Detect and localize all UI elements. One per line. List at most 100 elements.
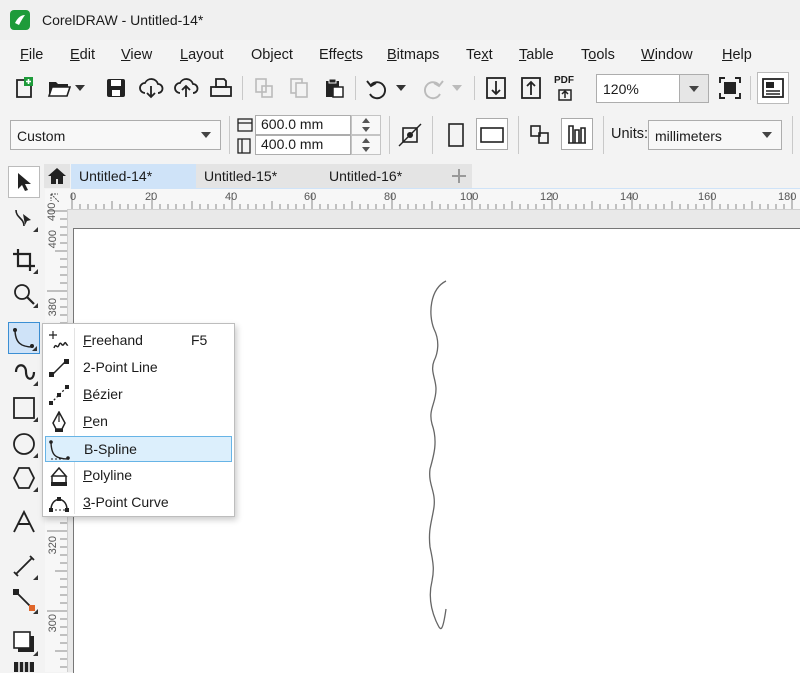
curve-tool[interactable] xyxy=(8,322,40,354)
bezier-label-rest: ézier xyxy=(92,386,123,402)
paste-icon[interactable] xyxy=(320,74,348,102)
spin-up-icon[interactable] xyxy=(362,138,370,143)
export-icon[interactable] xyxy=(517,74,545,102)
ruler-label: 180 xyxy=(778,191,797,203)
menu-edit[interactable]: Edit xyxy=(70,47,95,63)
ruler-label: 300 xyxy=(47,614,59,633)
page-height-icon xyxy=(237,138,251,154)
menu-bitmaps[interactable]: Bitmaps xyxy=(387,47,439,63)
polyline-tool-item[interactable]: Polyline xyxy=(45,463,232,489)
chevron-down-icon[interactable] xyxy=(192,121,220,149)
rectangle-tool[interactable] xyxy=(8,392,40,424)
curve-tools-flyout: Freehand F5 2-Point Line Bézier Pen B-Sp… xyxy=(42,323,235,517)
toolbar-separator xyxy=(750,76,751,100)
home-tab[interactable] xyxy=(44,164,70,188)
print-button[interactable] xyxy=(207,74,235,102)
dimension-tool[interactable] xyxy=(8,550,40,582)
tab-untitled-15[interactable]: Untitled-15* xyxy=(196,164,321,188)
open-button[interactable] xyxy=(45,74,73,102)
zoom-level-dropdown[interactable]: 120% xyxy=(596,74,709,103)
undo-icon[interactable] xyxy=(363,74,391,102)
freehand-tool-item[interactable]: Freehand F5 xyxy=(45,328,232,354)
ruler-label: 100 xyxy=(460,191,479,203)
standard-toolbar: PDF 120% xyxy=(0,70,800,106)
freehand-shortcut: F5 xyxy=(191,332,208,348)
vruler-label-380: 380 xyxy=(47,298,61,318)
transparency-tool[interactable] xyxy=(8,660,40,672)
shape-tool[interactable] xyxy=(8,202,40,234)
menu-layout[interactable]: Layout xyxy=(180,47,224,63)
portrait-icon[interactable] xyxy=(442,121,470,149)
page-width-field[interactable]: 600.0 mm xyxy=(255,115,351,135)
polygon-tool[interactable] xyxy=(8,462,40,494)
menu-tools[interactable]: Tools xyxy=(581,47,615,63)
spin-down-icon[interactable] xyxy=(362,127,370,132)
toolbar-separator xyxy=(474,76,475,100)
b-spline-tool-item[interactable]: B-Spline xyxy=(45,436,232,462)
menu-text[interactable]: Text xyxy=(466,47,493,63)
cut-icon xyxy=(250,74,278,102)
menu-table[interactable]: Table xyxy=(519,47,554,63)
two-point-line-tool-item[interactable]: 2-Point Line xyxy=(45,355,232,381)
artistic-media-tool[interactable] xyxy=(8,356,40,388)
redo-icon xyxy=(419,74,447,102)
page-width-spinner[interactable] xyxy=(351,115,381,135)
three-point-curve-tool-item[interactable]: 3-Point Curve xyxy=(45,490,232,516)
cloud-upload-icon[interactable] xyxy=(172,74,200,102)
polyline-label-rest: olyline xyxy=(92,467,133,483)
horizontal-ruler[interactable]: 0 20 40 60 80 100 120 140 160 180 xyxy=(68,189,800,210)
page-size-preset-dropdown[interactable]: Custom xyxy=(10,120,221,150)
menu-help[interactable]: Help xyxy=(722,47,752,63)
publish-pdf-button[interactable]: PDF xyxy=(553,74,581,102)
ruler-label: 160 xyxy=(698,191,717,203)
page-orientation-lock-icon[interactable] xyxy=(396,121,424,149)
new-tab-button[interactable] xyxy=(446,164,472,188)
import-icon[interactable] xyxy=(482,74,510,102)
pen-tool-item[interactable]: Pen xyxy=(45,409,232,435)
chevron-down-icon[interactable] xyxy=(679,75,708,102)
ruler-label: 120 xyxy=(540,191,559,203)
drop-shadow-tool[interactable] xyxy=(8,626,40,658)
text-icon xyxy=(13,510,35,533)
zoom-tool[interactable] xyxy=(8,278,40,310)
three-point-curve-label: 3-Point Curve xyxy=(83,494,169,510)
show-rulers-icon[interactable] xyxy=(757,72,789,104)
units-dropdown[interactable]: millimeters xyxy=(648,120,782,150)
tab-untitled-14[interactable]: Untitled-14* xyxy=(71,164,196,188)
two-point-line-icon xyxy=(47,356,71,380)
toolbar-separator xyxy=(792,116,793,154)
open-recent-dropdown-icon[interactable] xyxy=(72,74,88,102)
tab-untitled-16[interactable]: Untitled-16* xyxy=(321,164,446,188)
menu-file[interactable]: File xyxy=(20,47,43,63)
ellipse-tool[interactable] xyxy=(8,428,40,460)
coreldraw-logo-icon xyxy=(10,10,30,30)
chevron-down-icon[interactable] xyxy=(753,121,781,149)
menu-effects[interactable]: Effects xyxy=(319,47,363,63)
text-tool[interactable] xyxy=(8,506,40,538)
menu-window[interactable]: Window xyxy=(641,47,693,63)
all-pages-icon[interactable] xyxy=(526,121,554,149)
crop-tool[interactable] xyxy=(8,244,40,276)
current-page-icon[interactable] xyxy=(561,118,593,150)
pen-icon xyxy=(47,410,71,434)
toolbar-separator xyxy=(229,116,230,154)
freehand-icon xyxy=(47,329,71,353)
landscape-icon[interactable] xyxy=(476,118,508,150)
connector-tool[interactable] xyxy=(8,584,40,616)
bezier-tool-item[interactable]: Bézier xyxy=(45,382,232,408)
spin-up-icon[interactable] xyxy=(362,118,370,123)
page-height-field[interactable]: 400.0 mm xyxy=(255,135,351,155)
page-height-spinner[interactable] xyxy=(351,135,381,155)
undo-dropdown-icon[interactable] xyxy=(393,74,409,102)
pick-tool[interactable] xyxy=(8,166,40,198)
save-button[interactable] xyxy=(102,74,130,102)
pen-label: Pen xyxy=(83,413,108,429)
title-bar: CorelDRAW - Untitled-14* xyxy=(0,0,800,40)
new-document-button[interactable] xyxy=(10,74,38,102)
spin-down-icon[interactable] xyxy=(362,147,370,152)
full-screen-preview-icon[interactable] xyxy=(716,74,744,102)
menu-view[interactable]: View xyxy=(121,47,152,63)
ruler-label: 320 xyxy=(47,536,59,555)
cloud-download-icon[interactable] xyxy=(137,74,165,102)
menu-object[interactable]: Object xyxy=(251,47,293,63)
